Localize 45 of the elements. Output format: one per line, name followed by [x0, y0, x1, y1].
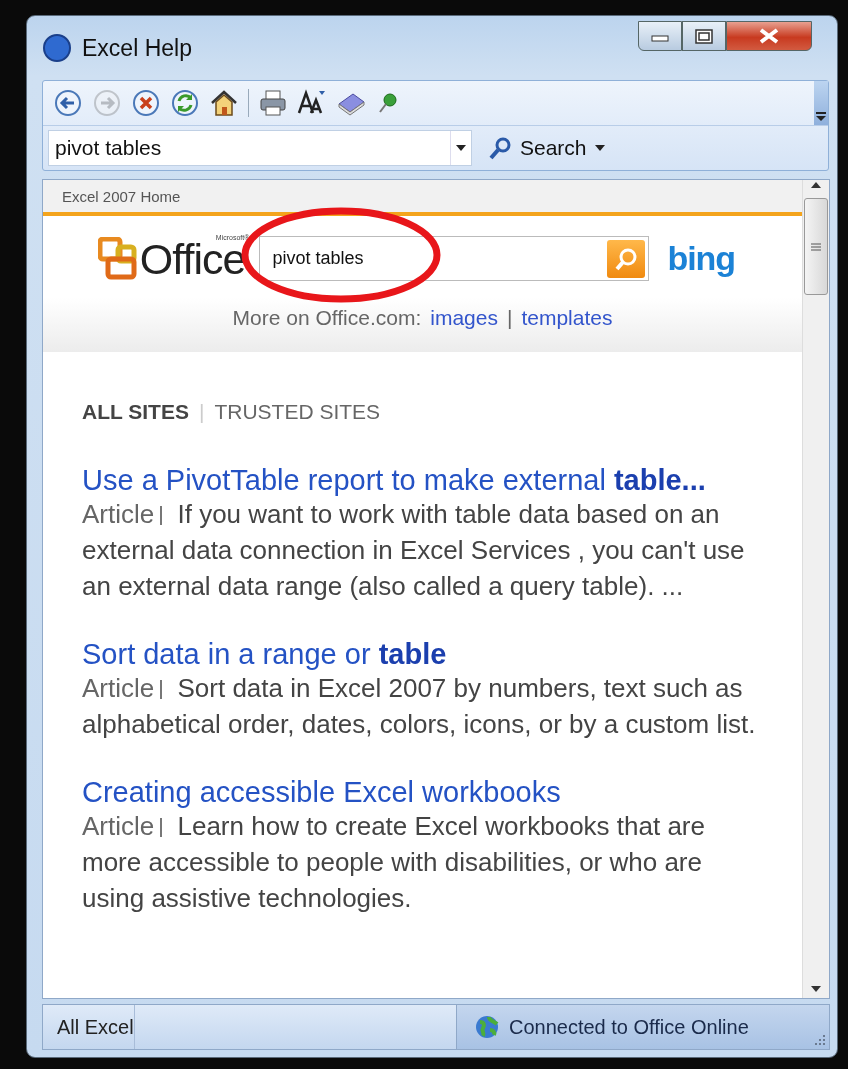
breadcrumb-link[interactable]: Excel 2007 Home — [62, 187, 181, 205]
stop-button[interactable] — [131, 88, 161, 118]
result-title-link[interactable]: Use a PivotTable report to make external table... — [82, 464, 762, 496]
globe-icon — [475, 1015, 499, 1039]
result-snippet: Article Learn how to create Excel workbooks that are more accessible to people with disabilities, or who are using assistive technologies. — [82, 810, 706, 915]
link-separator: | — [506, 306, 513, 330]
printer-button[interactable] — [258, 88, 288, 118]
window-title: Excel Help — [82, 34, 192, 62]
office-logo-icon — [97, 236, 138, 281]
result-snippet: Article Sort data in Excel 2007 by numbers, text such as alphabetical order, dates, colors, icons, or by a custom list. — [82, 672, 757, 741]
result-snippet: Article If you want to work with table data based on an external data connection in Excel Services , you can't use an external data range (also called a query table). ... — [82, 498, 746, 603]
maximize-button[interactable] — [682, 21, 726, 51]
search-icon — [614, 246, 639, 271]
result-title-link[interactable]: Sort data in a range or table — [82, 638, 762, 670]
close-icon — [758, 27, 780, 45]
search-button[interactable]: Search — [484, 134, 611, 162]
caret-icon — [594, 145, 607, 151]
search-box[interactable]: pivot tables — [259, 236, 650, 281]
overflow-icon — [815, 112, 827, 121]
result-title-link[interactable]: Creating accessible Excel workbooks — [82, 776, 762, 808]
home-button[interactable] — [209, 88, 239, 118]
back-arrow-button[interactable] — [53, 88, 83, 118]
connection-status: Connected to Office Online — [509, 1015, 749, 1039]
scope-status[interactable]: All Excel — [43, 1005, 135, 1049]
maximize-icon — [695, 28, 713, 44]
search-field[interactable]: pivot tables — [260, 247, 608, 270]
scroll-up-icon — [810, 180, 822, 190]
more-label: More on Office.com: — [232, 306, 422, 330]
office-link[interactable]: templates — [521, 306, 613, 330]
search-field[interactable]: pivot tables — [49, 135, 450, 161]
scope-separator: | — [198, 400, 205, 424]
search-box[interactable]: pivot tables — [48, 130, 472, 166]
search-icon — [488, 136, 512, 160]
scope-tab[interactable]: TRUSTED SITES — [214, 400, 381, 424]
toolbar-overflow-button[interactable] — [814, 81, 828, 125]
bing-logo: bing — [667, 239, 736, 278]
refresh-button[interactable] — [170, 88, 200, 118]
vertical-scrollbar[interactable] — [802, 180, 829, 998]
grip-lines-icon — [811, 242, 821, 251]
minimize-button[interactable] — [638, 21, 682, 51]
resize-grip-icon[interactable] — [813, 1033, 827, 1047]
close-button[interactable] — [726, 21, 812, 51]
dropdown-caret-icon — [456, 145, 466, 151]
office-link[interactable]: images — [430, 306, 498, 330]
scope-tab[interactable]: ALL SITES — [82, 400, 189, 424]
